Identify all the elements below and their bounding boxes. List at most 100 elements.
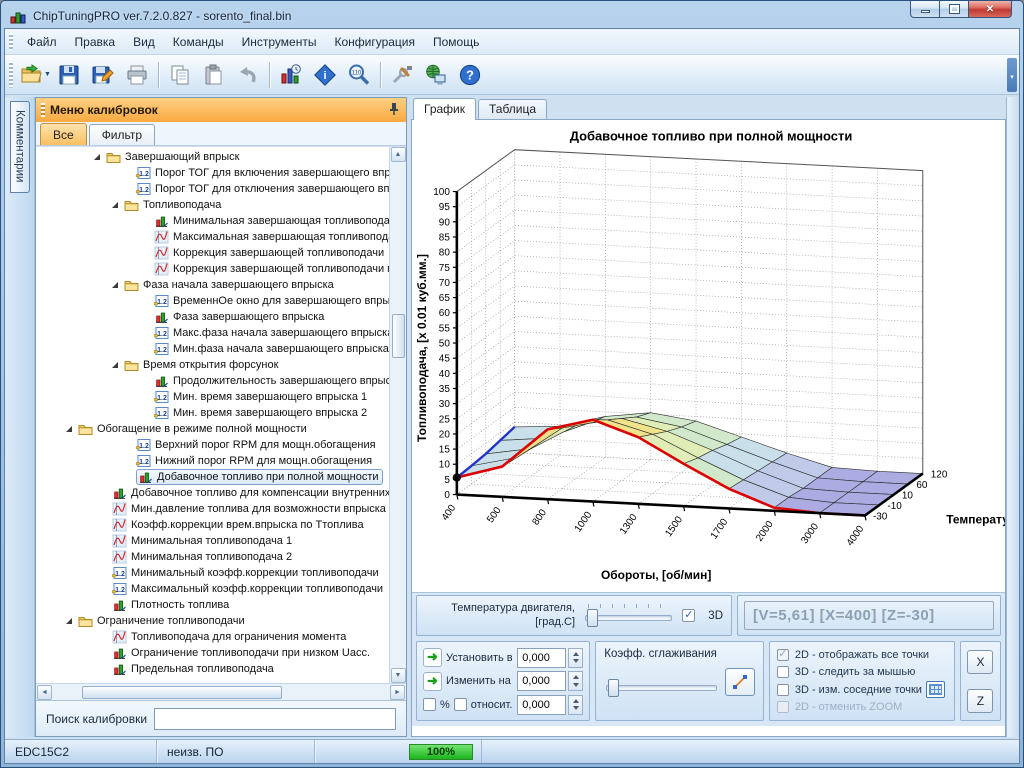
smoothing-slider[interactable] [604, 672, 719, 698]
slider-thumb[interactable] [587, 609, 598, 627]
tree-item[interactable]: Коэфф.коррекции врем.впрыска по Ттоплива [36, 517, 389, 533]
calibration-search-input[interactable] [154, 708, 396, 730]
tree-item[interactable]: Топливоподача для ограничения момента [36, 629, 389, 645]
tree-item-selected[interactable]: Добавочное топливо при полной мощности [36, 469, 389, 485]
tree-item[interactable]: 1.2ВременнОе окно для завершающего впры [36, 293, 389, 309]
tree-item[interactable]: Коррекция завершающей топливоподачи [36, 245, 389, 261]
tree-item[interactable]: Коррекция завершающей топливоподачи п [36, 261, 389, 277]
horizontal-scroll-thumb[interactable] [82, 686, 282, 699]
z-axis-button[interactable]: Z [967, 689, 993, 713]
tree-item[interactable]: 1.2Мин. время завершающего впрыска 2 [36, 405, 389, 421]
tree-expand-arrow[interactable] [94, 154, 100, 160]
menu-item[interactable]: Команды [164, 30, 233, 54]
scroll-up-arrow[interactable]: ▲ [391, 147, 406, 162]
percent-checkbox[interactable] [423, 698, 436, 711]
scroll-right-arrow[interactable]: ► [390, 685, 405, 700]
calibration-tab-Фильтр[interactable]: Фильтр [89, 124, 155, 145]
tree-item[interactable]: Мин.давление топлива для возможности впр… [36, 501, 389, 517]
3d-checkbox[interactable]: ✓ [682, 609, 695, 622]
tree-item[interactable]: Завершающий впрыск [36, 149, 389, 165]
tree-item[interactable]: Фаза завершающего впрыска [36, 309, 389, 325]
tree-item[interactable]: 1.2Порог ТОГ для включения завершающего … [36, 165, 389, 181]
menu-item[interactable]: Инструменты [233, 30, 326, 54]
option-checkbox[interactable] [777, 666, 789, 678]
tools-button[interactable] [386, 59, 418, 91]
tree-item[interactable]: 1.2Минимальный коэфф.коррекции топливопо… [36, 565, 389, 581]
apply-set-button[interactable]: ➜ [423, 648, 442, 667]
chart-tab-График[interactable]: График [413, 98, 476, 120]
tree-item[interactable]: Максимальная завершающая топливопода [36, 229, 389, 245]
scroll-down-arrow[interactable]: ▼ [391, 668, 406, 683]
tree-expand-arrow[interactable] [66, 426, 72, 432]
tree-item[interactable]: Плотность топлива [36, 597, 389, 613]
option-checkbox[interactable] [777, 684, 789, 696]
save-as-button[interactable] [87, 59, 119, 91]
menu-item[interactable]: Помощь [424, 30, 488, 54]
copy-button[interactable] [164, 59, 196, 91]
tree-item[interactable]: Минимальная завершающая топливоподач [36, 213, 389, 229]
apply-change-button[interactable]: ➜ [423, 672, 442, 691]
info-button[interactable]: i [309, 59, 341, 91]
tree-expand-arrow[interactable] [66, 618, 72, 624]
tree-item[interactable]: Обогащение в режиме полной мощности [36, 421, 389, 437]
tree-item[interactable]: Время открытия форсунок [36, 357, 389, 373]
surface-chart[interactable]: 0510152025303540455055606570758085909510… [412, 120, 1006, 592]
tree-item[interactable]: Топливоподача [36, 197, 389, 213]
tree-item[interactable]: 1.2Мин. время завершающего впрыска 1 [36, 389, 389, 405]
close-button[interactable]: ✕ [968, 1, 1012, 18]
title-bar[interactable]: ChipTuningPRO ver.7.2.0.827 - sorento_fi… [4, 1, 1020, 28]
statistics-button[interactable] [275, 59, 307, 91]
tree-expand-arrow[interactable] [112, 362, 118, 368]
x-axis-button[interactable]: X [967, 650, 993, 674]
menu-item[interactable]: Файл [18, 30, 66, 54]
save-button[interactable] [53, 59, 85, 91]
tree-item[interactable]: Фаза начала завершающего впрыска [36, 277, 389, 293]
open-file-button[interactable]: ▼ [19, 59, 51, 91]
minimize-button[interactable] [910, 1, 940, 18]
zoom-110-button[interactable]: 110 [343, 59, 375, 91]
tree-item[interactable]: Ограничение топливоподачи при низком Uac… [36, 645, 389, 661]
relative-checkbox[interactable] [454, 698, 467, 711]
tree-item[interactable]: Предельная топливоподача [36, 661, 389, 677]
tree-item[interactable]: Минимальная топливоподача 2 [36, 549, 389, 565]
tree-item[interactable]: 1.2Мин.фаза начала завершающего впрыска [36, 341, 389, 357]
calibration-tab-Все[interactable]: Все [40, 123, 87, 145]
online-button[interactable] [420, 59, 452, 91]
tree-item[interactable]: 1.2Верхний порог RPM для мощн.обогащения [36, 437, 389, 453]
tree-horizontal-scrollbar[interactable]: ◄ ► [36, 683, 406, 700]
comments-tab[interactable]: Комментарии [10, 101, 30, 193]
tree-item[interactable]: 1.2Нижний порог RPM для мощн.обогащения [36, 453, 389, 469]
menu-item[interactable]: Правка [66, 30, 125, 54]
option-checkbox[interactable]: ✓ [777, 649, 789, 661]
tree-item[interactable]: Ограничение топливоподачи [36, 613, 389, 629]
toolbar-overflow-button[interactable]: ▾ [1007, 58, 1017, 92]
tree-item[interactable]: 1.2Макс.фаза начала завершающего впрыска [36, 325, 389, 341]
menu-item[interactable]: Вид [124, 30, 164, 54]
set-value-spinner[interactable]: 0,000 [517, 648, 583, 668]
chart-tab-Таблица[interactable]: Таблица [478, 99, 547, 119]
paste-button[interactable] [198, 59, 230, 91]
help-button[interactable]: ? [454, 59, 486, 91]
tree-item[interactable]: 1.2Порог ТОГ для отключения завершающего… [36, 181, 389, 197]
tree-vertical-scrollbar[interactable]: ▲ ▼ [389, 147, 406, 683]
pin-icon[interactable] [388, 102, 400, 119]
menu-item[interactable]: Конфигурация [325, 30, 424, 54]
apply-smoothing-button[interactable] [725, 668, 755, 696]
tree-item[interactable]: Минимальная топливоподача 1 [36, 533, 389, 549]
maximize-button[interactable] [940, 1, 968, 18]
toolbar-grip[interactable] [9, 61, 13, 88]
print-button[interactable] [121, 59, 153, 91]
window-right-scrollbar[interactable] [1006, 97, 1019, 737]
tree-item[interactable]: 1.2Максимальный коэфф.коррекции топливоп… [36, 581, 389, 597]
slider-thumb[interactable] [608, 679, 619, 697]
tree-expand-arrow[interactable] [112, 282, 118, 288]
relative-value-spinner[interactable]: 0,000 [517, 695, 583, 715]
tree-item[interactable]: Добавочное топливо для компенсации внутр… [36, 485, 389, 501]
undo-button[interactable] [232, 59, 264, 91]
vertical-scroll-thumb[interactable] [392, 314, 405, 358]
engine-temperature-slider[interactable] [583, 602, 674, 630]
tree-item[interactable]: Продолжительность завершающего впрыс [36, 373, 389, 389]
scroll-left-arrow[interactable]: ◄ [37, 685, 52, 700]
tree-expand-arrow[interactable] [112, 202, 118, 208]
panel-grip[interactable] [41, 103, 45, 117]
